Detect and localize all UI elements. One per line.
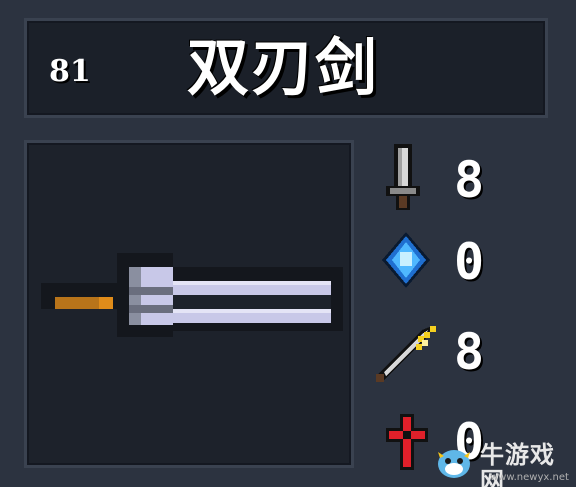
- stat-damage-value: 8: [454, 151, 485, 209]
- watermark-url: www.newyx.net: [490, 472, 569, 483]
- blue-energy-crystal-icon: [382, 232, 430, 288]
- stat-critical: 8: [372, 312, 512, 392]
- sword-critical-icon: [376, 326, 436, 382]
- weapon-preview-panel: [24, 140, 354, 468]
- cow-mascot-icon: [438, 450, 470, 478]
- stat-energy: 0: [372, 222, 512, 302]
- stat-critical-value: 8: [454, 323, 485, 381]
- dagger-damage-icon: [386, 144, 420, 210]
- item-title-panel: 81 双刃剑: [24, 18, 548, 118]
- item-name: 双刃剑: [187, 31, 380, 104]
- site-watermark: 牛游戏网 www.newyx.net: [430, 436, 576, 487]
- stat-damage: 8: [372, 140, 512, 220]
- item-detail-screen: 81 双刃剑 8 0 8 0 牛游戏网 www.newyx.net: [0, 0, 576, 487]
- stat-energy-value: 0: [454, 233, 485, 291]
- double-blade-sword-sprite: [41, 253, 343, 337]
- item-id: 81: [49, 54, 91, 89]
